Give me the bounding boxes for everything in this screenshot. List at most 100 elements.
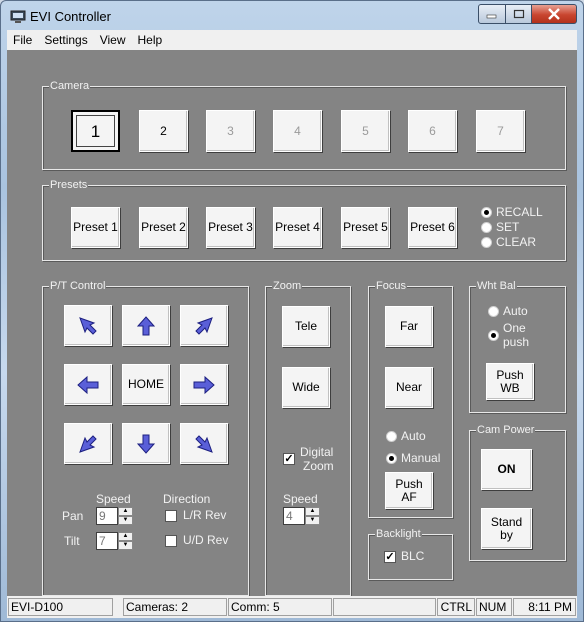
focus-manual-label: Manual [401, 451, 441, 465]
spin-up-icon[interactable]: ▲ [118, 532, 133, 541]
pan-speed-spinner[interactable]: 9 ▲ ▼ [96, 507, 133, 525]
spin-down-icon[interactable]: ▼ [305, 516, 320, 525]
pan-down-left-button[interactable] [64, 423, 112, 464]
camera-button-3[interactable]: 3 [206, 110, 255, 152]
wb-onepush-radio[interactable] [488, 330, 499, 341]
pan-left-button[interactable] [64, 364, 112, 405]
preset-mode-clear-label: CLEAR [496, 235, 537, 249]
preset-2-button[interactable]: Preset 2 [139, 207, 188, 248]
push-af-label-line1: Push [395, 476, 423, 491]
focus-near-button[interactable]: Near [385, 367, 433, 408]
preset-mode-recall-radio[interactable] [481, 207, 492, 218]
camera-button-2[interactable]: 2 [139, 110, 188, 152]
pan-right-button[interactable] [180, 364, 228, 405]
focus-auto-radio[interactable] [386, 431, 397, 442]
preset-1-button[interactable]: Preset 1 [71, 207, 120, 248]
maximize-icon [513, 9, 524, 19]
menu-settings[interactable]: Settings [38, 33, 93, 47]
pt-direction-label: Direction [163, 492, 211, 506]
tilt-up-button[interactable] [122, 305, 170, 346]
lr-rev-label: L/R Rev [183, 508, 227, 522]
standby-button[interactable]: Stand by [481, 508, 532, 549]
preset-6-button[interactable]: Preset 6 [408, 207, 457, 248]
camera-button-7[interactable]: 7 [476, 110, 525, 152]
preset-mode-set-radio[interactable] [481, 222, 492, 233]
arrow-up-icon [136, 315, 156, 335]
zoom-speed-value[interactable]: 4 [283, 507, 305, 525]
camera-button-6[interactable]: 6 [408, 110, 457, 152]
pan-down-right-button[interactable] [180, 423, 228, 464]
arrow-down-icon [136, 434, 156, 454]
status-time: 8:11 PM [513, 598, 576, 616]
camera-button-1[interactable]: 1 [71, 110, 120, 152]
preset-mode-clear-radio[interactable] [481, 237, 492, 248]
menu-bar: File Settings View Help [7, 30, 577, 50]
push-af-button[interactable]: Push AF [385, 472, 433, 509]
focus-far-button[interactable]: Far [385, 306, 433, 347]
close-button[interactable] [531, 4, 577, 24]
wb-onepush-label-line1: One [503, 321, 526, 335]
arrow-right-icon [193, 375, 215, 394]
camera-button-4[interactable]: 4 [273, 110, 322, 152]
standby-label-line2: by [500, 527, 513, 542]
white-balance-group-title: Wht Bal [476, 280, 517, 293]
zoom-speed-spinner[interactable]: 4 ▲ ▼ [283, 507, 320, 525]
wb-onepush-label-line2: push [503, 335, 530, 349]
push-af-label-line2: AF [401, 489, 417, 504]
camera-button-5[interactable]: 5 [341, 110, 390, 152]
push-wb-button[interactable]: Push WB [486, 363, 534, 400]
arrow-left-icon [77, 375, 99, 394]
push-wb-label-line1: Push [496, 367, 524, 382]
preset-5-button[interactable]: Preset 5 [341, 207, 390, 248]
menu-view[interactable]: View [94, 33, 132, 47]
wb-auto-label: Auto [503, 304, 528, 318]
preset-mode-set-label: SET [496, 220, 520, 234]
minimize-button[interactable] [478, 4, 506, 24]
pt-speed-label: Speed [96, 492, 131, 506]
spin-up-icon[interactable]: ▲ [118, 507, 133, 516]
maximize-button[interactable] [505, 4, 532, 24]
app-icon [10, 10, 26, 24]
camera-group-title: Camera [49, 80, 91, 93]
cam-power-group-title: Cam Power [476, 424, 536, 437]
zoom-group-title: Zoom [272, 280, 303, 293]
backlight-group-title: Backlight [375, 528, 422, 541]
status-bar: EVI-D100 Cameras: 2 Comm: 5 CTRL NUM 8:1… [7, 596, 577, 618]
pt-control-group-title: P/T Control [49, 280, 107, 293]
close-icon [548, 8, 560, 20]
zoom-tele-button[interactable]: Tele [282, 306, 330, 347]
presets-group-title: Presets [49, 179, 89, 192]
ud-rev-checkbox[interactable] [165, 535, 177, 547]
menu-help[interactable]: Help [132, 33, 169, 47]
preset-4-button[interactable]: Preset 4 [273, 207, 322, 248]
preset-3-button[interactable]: Preset 3 [206, 207, 255, 248]
power-on-button[interactable]: ON [481, 449, 532, 490]
status-comm: Comm: 5 [228, 598, 332, 616]
menu-file[interactable]: File [7, 33, 38, 47]
blc-label: BLC [401, 549, 425, 563]
window-title: EVI Controller [30, 9, 111, 24]
tilt-speed-spinner[interactable]: 7 ▲ ▼ [96, 532, 133, 550]
spin-down-icon[interactable]: ▼ [118, 516, 133, 525]
tilt-down-button[interactable] [122, 423, 170, 464]
blc-checkbox[interactable]: ✓ [384, 551, 396, 563]
focus-manual-radio[interactable] [386, 453, 397, 464]
tilt-speed-label: Tilt [64, 534, 80, 548]
wb-auto-radio[interactable] [488, 306, 499, 317]
pan-up-left-button[interactable] [64, 305, 112, 346]
arrow-down-right-icon [195, 434, 213, 453]
digital-zoom-checkbox[interactable]: ✓ [283, 453, 295, 465]
ud-rev-label: U/D Rev [183, 533, 229, 547]
zoom-wide-button[interactable]: Wide [282, 367, 330, 408]
spin-up-icon[interactable]: ▲ [305, 507, 320, 516]
tilt-speed-value[interactable]: 7 [96, 532, 118, 550]
home-button[interactable]: HOME [122, 364, 170, 405]
spin-down-icon[interactable]: ▼ [118, 541, 133, 550]
lr-rev-checkbox[interactable] [165, 510, 177, 522]
status-empty [333, 598, 436, 616]
status-cameras: Cameras: 2 [123, 598, 227, 616]
pan-speed-label: Pan [62, 509, 84, 523]
arrow-down-left-icon [79, 434, 97, 453]
pan-speed-value[interactable]: 9 [96, 507, 118, 525]
pan-up-right-button[interactable] [180, 305, 228, 346]
